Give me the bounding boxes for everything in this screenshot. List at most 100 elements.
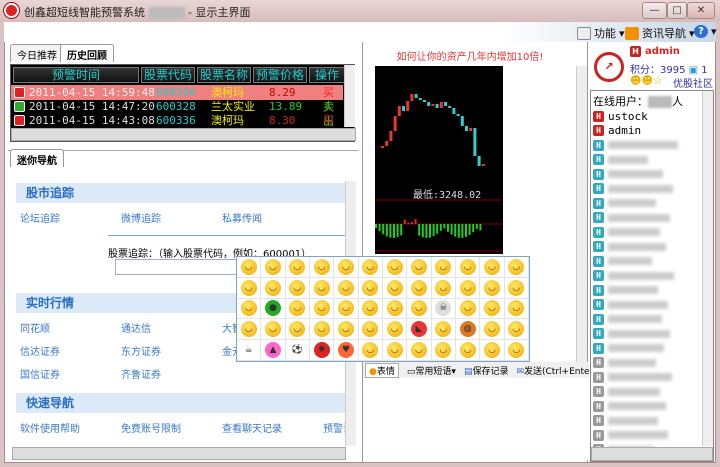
emoji-sweat[interactable]: ◡: [431, 277, 456, 299]
nav-link[interactable]: 同花顺: [20, 320, 50, 335]
nav-link[interactable]: 查看聊天记录: [222, 420, 282, 435]
emoji-watermelon[interactable]: ◣: [407, 319, 432, 341]
headline-link[interactable]: 如何让你的资产几年内增加10倍!: [363, 48, 577, 63]
stock-track-input[interactable]: [115, 259, 245, 275]
online-user[interactable]: H: [593, 240, 703, 254]
emoji-pingpong[interactable]: ◡: [480, 319, 505, 341]
nav-link[interactable]: 通达信: [121, 320, 151, 335]
online-user[interactable]: H: [593, 298, 703, 312]
online-user[interactable]: H: [593, 225, 703, 239]
emoji-thumbsup[interactable]: ◡: [383, 319, 408, 341]
emoji-fist[interactable]: ◡: [456, 340, 481, 361]
emoji-meh[interactable]: ◡: [358, 277, 383, 299]
emoji-turtle[interactable]: ●: [261, 298, 286, 320]
online-user[interactable]: H: [593, 370, 703, 384]
emoji-pick[interactable]: ◡: [358, 319, 383, 341]
emoji-hammer[interactable]: ◡: [456, 298, 481, 320]
emoji-victory[interactable]: ◡: [383, 340, 408, 361]
mini-hscrollbar[interactable]: [12, 447, 346, 460]
emoji-smirk[interactable]: ◡: [285, 277, 310, 299]
col-header-code[interactable]: 股票代码: [141, 67, 195, 83]
alert-row[interactable]: 2011-04-15 14:59:48 600336 澳柯玛 8.29 买入: [11, 85, 343, 114]
emoji-knock[interactable]: ◡: [261, 319, 286, 341]
emoji-think[interactable]: ◡: [237, 277, 262, 299]
emoji-hug[interactable]: ◡: [237, 319, 262, 341]
nav-link[interactable]: 东方证券: [121, 343, 161, 358]
emoji-giggle[interactable]: ◡: [285, 319, 310, 341]
online-user[interactable]: H: [593, 414, 703, 428]
nav-link[interactable]: 齐鲁证券: [121, 366, 161, 381]
users-hscrollbar[interactable]: [591, 447, 713, 461]
online-user[interactable]: H: [593, 399, 703, 413]
emoji-skull[interactable]: ☠: [431, 298, 456, 320]
emoji-sly[interactable]: ◡: [504, 298, 529, 320]
online-user[interactable]: H: [593, 211, 703, 225]
emoji-ok[interactable]: ◡: [431, 340, 456, 361]
emoji-pout[interactable]: ◡: [383, 298, 408, 320]
emoji-silly[interactable]: ◡: [480, 298, 505, 320]
close-button[interactable]: ✕: [687, 2, 715, 19]
emoji-smug[interactable]: ◡: [237, 298, 262, 320]
emoji-wink[interactable]: ◡: [407, 277, 432, 299]
alert-hscrollbar[interactable]: [11, 128, 356, 141]
emoji-bigsmile[interactable]: ◡: [504, 257, 529, 278]
phrases-button[interactable]: ▭常用短语▾: [407, 364, 456, 377]
chat-vscrollbar[interactable]: [576, 66, 587, 362]
online-user[interactable]: H: [593, 153, 703, 167]
nav-link[interactable]: 信达证券: [20, 343, 60, 358]
emoji-rage[interactable]: ◡: [383, 277, 408, 299]
online-user[interactable]: H: [593, 385, 703, 399]
emoji-soccer[interactable]: ⚽: [285, 340, 310, 361]
nav-link[interactable]: 私募传闻: [222, 210, 262, 225]
emoji-sleepy[interactable]: ◡: [310, 319, 335, 341]
emoji-awkward[interactable]: ◡: [334, 277, 359, 299]
emoji-handshake[interactable]: ◡: [358, 340, 383, 361]
online-user[interactable]: H: [593, 312, 703, 326]
tab-history[interactable]: 历史回顾: [60, 44, 114, 62]
emoji-button[interactable]: ●表情: [365, 362, 399, 378]
tab-mini-nav[interactable]: 迷你导航: [10, 149, 64, 167]
emoji-ladybug[interactable]: ✹: [310, 340, 335, 361]
online-user[interactable]: H: [593, 269, 703, 283]
emoji-scared[interactable]: ◡: [407, 298, 432, 320]
emoji-tongue[interactable]: ◡: [480, 257, 505, 278]
emoji-question[interactable]: ◡: [334, 298, 359, 320]
message-input[interactable]: [363, 378, 588, 460]
online-user[interactable]: H: [593, 138, 703, 152]
emoji-shy[interactable]: ◡: [407, 257, 432, 278]
send-button[interactable]: ✉发送(Ctrl+Enter): [516, 364, 589, 377]
alert-row[interactable]: 2011-04-15 14:47:20 600328 兰太实业 13.89 卖出: [11, 99, 343, 128]
online-user[interactable]: H: [593, 167, 703, 181]
function-menu[interactable]: 功能 ▾: [577, 25, 625, 41]
emoji-rice[interactable]: ◡: [504, 319, 529, 341]
online-user[interactable]: H: [593, 356, 703, 370]
emoji-coffee[interactable]: ☕: [237, 340, 262, 361]
alert-row[interactable]: 2011-04-15 14:43:08 600336 澳柯玛 8.30 买入: [11, 113, 343, 142]
online-user[interactable]: H: [593, 196, 703, 210]
help-menu[interactable]: ? ▾: [694, 25, 717, 38]
emoji-blush[interactable]: ◡: [261, 277, 286, 299]
emoji-grin[interactable]: ◡: [261, 257, 286, 278]
maximize-button[interactable]: □: [667, 2, 687, 19]
emoji-dizzy[interactable]: ◡: [310, 298, 335, 320]
emoji-smile[interactable]: ◡: [237, 257, 262, 278]
online-user[interactable]: H: [593, 283, 703, 297]
emoji-cake[interactable]: ▲: [261, 340, 286, 361]
emoji-bandana[interactable]: ◡: [285, 298, 310, 320]
emoji-cool[interactable]: ◡: [334, 257, 359, 278]
online-user[interactable]: H: [593, 254, 703, 268]
emoji-surprise[interactable]: ◡: [358, 257, 383, 278]
online-user[interactable]: H: [593, 428, 703, 442]
users-vscrollbar[interactable]: [702, 91, 713, 446]
online-user[interactable]: H: [593, 182, 703, 196]
community-link[interactable]: 优股社区: [673, 75, 713, 90]
col-header-op[interactable]: 操作方: [309, 67, 345, 83]
emoji-pinky[interactable]: ◡: [480, 340, 505, 361]
emoji-drool[interactable]: ◡: [456, 277, 481, 299]
col-header-time[interactable]: 预警时间: [13, 67, 139, 83]
nav-link[interactable]: 国信证券: [20, 366, 60, 381]
emoji-kiss[interactable]: ◡: [334, 319, 359, 341]
emoji-rock[interactable]: ◡: [504, 340, 529, 361]
emoji-heart[interactable]: ♥: [334, 340, 359, 361]
nav-link[interactable]: 软件使用帮助: [20, 420, 80, 435]
